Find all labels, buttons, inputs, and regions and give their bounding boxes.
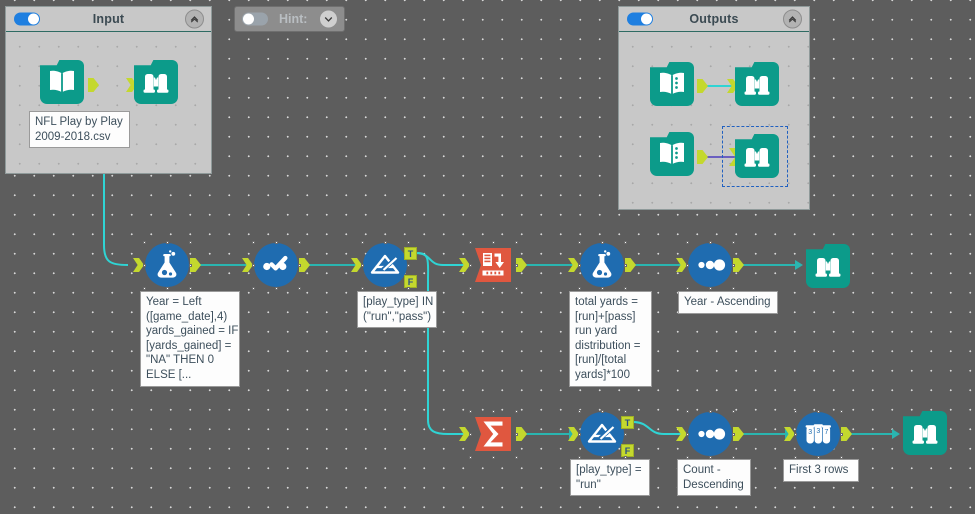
test-tubes-icon-glyph: 3 3 7 [805,424,831,444]
tool-sample[interactable]: 3 3 7 [796,412,840,456]
annotation-formula-2: total yards = [run]+[pass] run yard dist… [569,291,652,387]
annotation-input-file: NFL Play by Play 2009-2018.csv [29,111,130,149]
funnel-arrow-icon-glyph [370,254,400,274]
funnel-arrow-icon-glyph [587,423,617,443]
annotation-filter-1: [play_type] IN ("run","pass") [357,291,437,329]
book-icon-glyph [50,70,74,93]
tool-formula[interactable] [580,243,624,287]
annotation-line: ([game_date],4) [146,310,228,323]
container-hint-title: Hint: [279,12,308,26]
tool-formula[interactable] [145,243,189,287]
annotation-filter-2: [play_type] = "run" [570,459,650,497]
annotation-sort-1: Year - Ascending [678,291,778,314]
annotation-line: NFL Play by Play [35,116,123,128]
annotation-line: Year - Ascending [684,296,771,308]
three-dots-icon-glyph [698,428,726,440]
book-dots-icon-glyph [660,142,684,165]
three-dots-icon-glyph [698,259,726,271]
tool-filter[interactable] [363,243,407,287]
tool-browse[interactable] [903,411,947,455]
annotation-line: ELSE [... [146,368,192,381]
sigma-icon-glyph [475,417,511,451]
book-dots-icon-glyph [660,72,684,95]
container-hint[interactable]: Hint: [234,6,345,32]
container-input-toggle[interactable] [14,12,40,26]
container-outputs-title: Outputs [689,12,739,26]
container-hint-toggle[interactable] [242,12,268,26]
tool-sort[interactable] [688,412,732,456]
container-input-header[interactable]: Input [6,7,211,32]
filter-false-anchor[interactable]: F [621,444,634,457]
tool-browse[interactable] [134,60,178,104]
tool-filter[interactable] [580,412,624,456]
check-dots-icon-glyph [263,255,288,271]
container-input-body [6,32,211,173]
annotation-line: yards]*100 [575,368,630,381]
workflow-canvas[interactable]: Input Hint: Outputs NFL Play by Play 200… [0,0,975,514]
annotation-line: total yards = [575,296,638,308]
crosstab-icon-glyph [475,248,511,282]
chevron-down-icon[interactable] [319,9,338,29]
flask-icon-glyph [592,250,612,278]
annotation-line: [play_type] IN [363,296,434,308]
binoculars-icon-glyph [912,425,938,444]
filter-true-anchor[interactable]: T [404,247,417,260]
container-outputs-header[interactable]: Outputs [619,7,809,32]
tool-summarize[interactable] [471,412,515,456]
container-outputs-toggle[interactable] [627,12,653,26]
tool-browse[interactable] [806,244,850,288]
flask-icon-glyph [157,250,177,278]
svg-text:3: 3 [808,429,812,436]
svg-text:7: 7 [824,429,828,436]
binoculars-icon-glyph [143,74,169,93]
tool-output-data[interactable] [650,132,694,176]
tool-browse[interactable] [735,134,779,178]
annotation-line: [play_type] = [576,464,642,476]
annotation-line: "run" [576,478,601,491]
annotation-line: Count - [683,464,721,476]
annotation-line: Year = Left [146,296,202,308]
annotation-line: yards_gained = IF [146,325,239,338]
annotation-line: First 3 rows [789,464,849,476]
svg-text:3: 3 [816,428,820,435]
tool-output-data[interactable] [650,62,694,106]
annotation-line: run yard [575,325,618,338]
annotation-line: ("run","pass") [363,310,432,323]
tool-cross-tab[interactable] [471,243,515,287]
annotation-line: 2009-2018.csv [35,130,111,143]
tool-sort[interactable] [688,243,732,287]
binoculars-icon-glyph [744,148,770,167]
binoculars-icon-glyph [815,258,841,277]
annotation-sample-1: First 3 rows [783,459,859,482]
annotation-line: "NA" THEN 0 [146,354,215,367]
annotation-line: Descending [683,478,744,491]
annotation-line: [run]/[total [575,354,627,367]
container-input-title: Input [92,12,125,26]
container-input[interactable]: Input [5,6,212,174]
annotation-line: [yards_gained] = [146,339,232,352]
filter-false-anchor[interactable]: F [404,275,417,288]
tool-input-data[interactable] [40,60,84,104]
chevron-up-icon[interactable] [783,9,802,29]
annotation-formula-1: Year = Left ([game_date],4) yards_gained… [140,291,240,387]
annotation-line: [run]+[pass] [575,310,636,323]
tool-browse[interactable] [735,62,779,106]
annotation-sort-2: Count - Descending [677,459,751,497]
binoculars-icon-glyph [744,76,770,95]
filter-true-anchor[interactable]: T [621,416,634,429]
annotation-line: distribution = [575,339,641,352]
tool-select[interactable] [254,243,298,287]
chevron-up-icon[interactable] [185,9,204,29]
